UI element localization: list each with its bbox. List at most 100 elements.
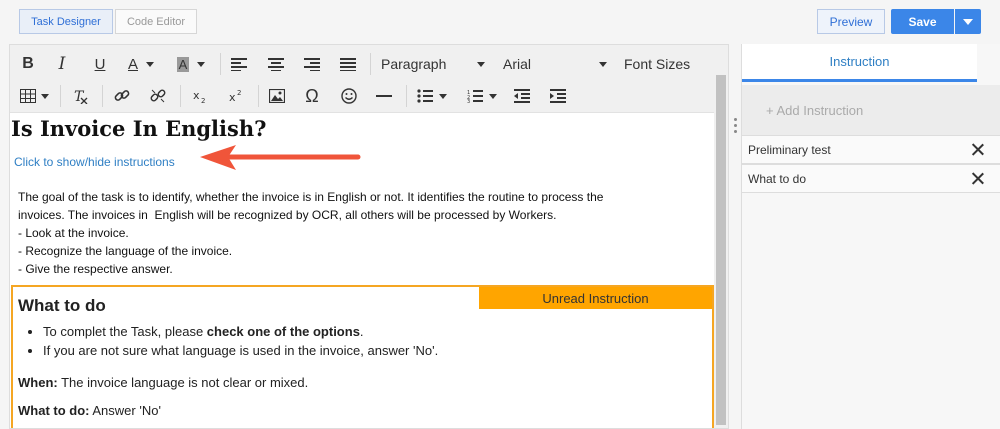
outdent-icon [514, 89, 530, 103]
superscript-icon: x2 [229, 89, 241, 104]
arrow-annotation-icon [200, 145, 361, 170]
align-center-icon [268, 58, 284, 71]
description-line: The goal of the task is to identify, whe… [18, 190, 604, 204]
align-center-button[interactable] [262, 51, 290, 77]
font-family-select[interactable]: Arial [503, 51, 607, 77]
toolbar-divider [370, 53, 371, 75]
task-description: The goal of the task is to identify, whe… [18, 188, 698, 278]
insert-link-button[interactable] [108, 83, 136, 109]
bullet-text: To complet the Task, please [43, 324, 207, 339]
clear-formatting-button[interactable]: T [66, 83, 94, 109]
instruction-item[interactable]: Preliminary test [742, 135, 1000, 164]
align-justify-icon [340, 58, 356, 71]
scrollbar-thumb[interactable] [716, 75, 726, 425]
top-bar: Task Designer Code Editor Preview Save [0, 0, 1000, 44]
insert-image-button[interactable] [263, 83, 291, 109]
instruction-item-label: What to do [748, 171, 807, 186]
instruction-block[interactable]: Unread Instruction What to do To complet… [11, 285, 714, 428]
remove-link-button[interactable] [144, 83, 172, 109]
tab-task-designer[interactable]: Task Designer [19, 9, 113, 34]
chevron-down-icon [197, 61, 206, 67]
superscript-button[interactable]: x2 [222, 83, 250, 109]
rich-text-editor: B I U A A Paragraph Arial Font Sizes T x… [9, 44, 729, 429]
italic-button[interactable]: I [48, 51, 76, 77]
font-size-select[interactable]: Font Sizes [624, 51, 690, 77]
indent-button[interactable] [544, 83, 572, 109]
bullet-list-button[interactable] [412, 83, 452, 109]
editor-toolbar: B I U A A Paragraph Arial Font Sizes T x… [10, 45, 714, 113]
background-color-button[interactable]: A [170, 51, 212, 77]
toolbar-divider [60, 85, 61, 107]
align-left-icon [231, 58, 247, 71]
horizontal-line-button[interactable] [370, 83, 398, 109]
toolbar-divider [102, 85, 103, 107]
block-format-select[interactable]: Paragraph [381, 51, 485, 77]
bullet-list-icon [417, 89, 433, 103]
tab-code-editor[interactable]: Code Editor [115, 9, 197, 34]
table-icon [19, 89, 36, 103]
preview-button[interactable]: Preview [817, 9, 885, 34]
align-right-icon [304, 58, 320, 71]
svg-text:x: x [229, 91, 236, 104]
what-to-do-label: What to do: [18, 403, 90, 418]
page-title: Is Invoice In English? [11, 116, 267, 141]
editor-content[interactable]: Is Invoice In English? Click to show/hid… [10, 113, 714, 428]
chevron-down-icon [146, 61, 154, 67]
list-item: If you are not sure what language is use… [43, 341, 438, 360]
list-item: To complet the Task, please check one of… [43, 322, 438, 341]
align-right-button[interactable] [298, 51, 326, 77]
close-icon[interactable] [970, 142, 985, 157]
description-line: - Look at the invoice. [18, 226, 129, 240]
chevron-down-icon [489, 93, 497, 99]
svg-text:3: 3 [467, 99, 470, 103]
clear-formatting-icon: T [74, 89, 88, 104]
special-character-button[interactable]: Ω [298, 83, 326, 109]
editor-scrollbar[interactable] [714, 45, 728, 428]
svg-text:x: x [193, 89, 200, 102]
toolbar-divider [406, 85, 407, 107]
font-color-icon: A [127, 55, 138, 73]
instruction-what: What to do: Answer 'No' [18, 403, 161, 418]
panel-splitter[interactable] [731, 44, 741, 429]
underline-button[interactable]: U [86, 51, 114, 77]
svg-text:2: 2 [237, 89, 241, 97]
add-instruction-button[interactable]: + Add Instruction [742, 85, 1000, 135]
horizontal-line-icon [376, 95, 392, 97]
font-color-button[interactable]: A [120, 51, 162, 77]
description-line: invoices. The invoices in English will b… [18, 208, 557, 222]
toolbar-divider [220, 53, 221, 75]
align-left-button[interactable] [225, 51, 253, 77]
instruction-panel: Instruction + Add Instruction Preliminar… [741, 44, 1000, 429]
drag-handle-icon[interactable] [734, 118, 737, 133]
chevron-down-icon [477, 62, 485, 67]
bold-button[interactable]: B [14, 51, 42, 77]
toggle-instructions-link[interactable]: Click to show/hide instructions [14, 155, 175, 169]
chevron-down-icon [599, 62, 607, 67]
when-text: The invoice language is not clear or mix… [57, 375, 309, 390]
align-justify-button[interactable] [334, 51, 362, 77]
outdent-button[interactable] [508, 83, 536, 109]
font-size-value: Font Sizes [624, 56, 691, 72]
chevron-down-icon [439, 93, 447, 99]
subscript-icon: x2 [193, 89, 205, 104]
instruction-list: To complet the Task, please check one of… [43, 322, 438, 360]
when-label: When: [18, 375, 58, 390]
instruction-item-label: Preliminary test [748, 142, 831, 157]
save-button[interactable]: Save [891, 9, 954, 34]
emoticons-button[interactable] [335, 83, 363, 109]
save-options-dropdown[interactable] [955, 9, 981, 34]
toolbar-divider [258, 85, 259, 107]
tab-instruction[interactable]: Instruction [742, 44, 977, 82]
bullet-text: . [359, 324, 364, 339]
subscript-button[interactable]: x2 [186, 83, 214, 109]
description-line: - Recognize the language of the invoice. [18, 244, 233, 258]
instruction-item[interactable]: What to do [742, 164, 1000, 193]
numbered-list-button[interactable]: 123 [462, 83, 502, 109]
what-to-do-text: Answer 'No' [89, 403, 161, 418]
svg-text:2: 2 [201, 97, 205, 104]
table-button[interactable] [16, 83, 52, 109]
description-line: - Give the respective answer. [18, 262, 173, 276]
close-icon[interactable] [970, 171, 985, 186]
instruction-when: When: The invoice language is not clear … [18, 375, 308, 390]
chevron-down-icon [40, 93, 49, 99]
